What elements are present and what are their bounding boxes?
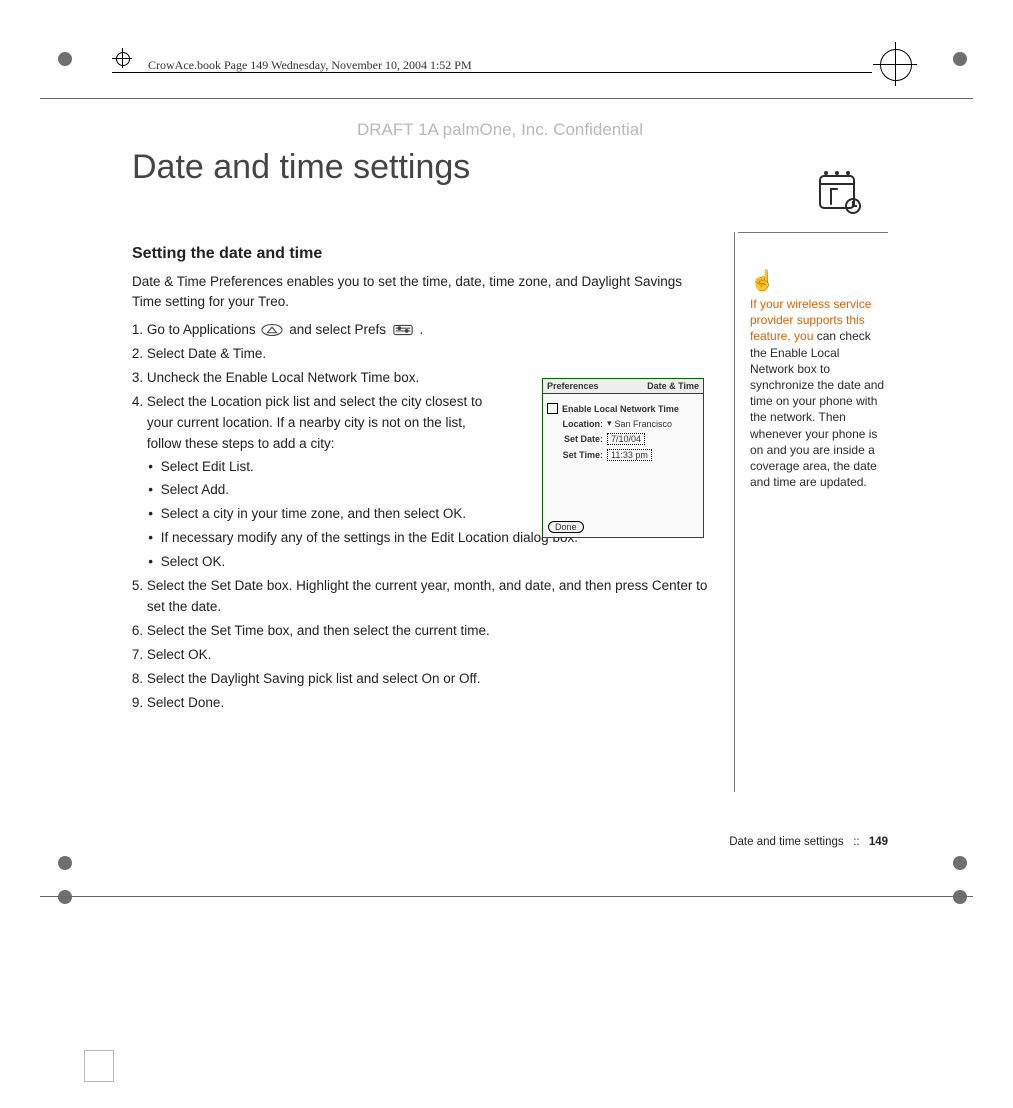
crop-dot-icon [58,856,72,870]
tip-text: If your wireless service provider suppor… [750,296,885,490]
step-text: Go to Applications [147,322,260,337]
set-time-label: Set Time: [547,450,603,460]
sidebar-rule-h [738,232,888,233]
section-heading: Setting the date and time [132,245,322,263]
footer-separator: :: [853,836,859,848]
done-button: Done [548,521,584,533]
bottom-rule [40,896,973,897]
header-file-info: CrowAce.book Page 149 Wednesday, Novembe… [148,58,472,73]
checkbox-label: Enable Local Network Time [562,404,679,414]
device-screenshot: Preferences Date & Time Enable Local Net… [542,378,704,538]
watermark-text: DRAFT 1A palmOne, Inc. Confidential [260,120,740,140]
dropdown-arrow-icon: ▾ [607,418,612,429]
step-text: . [420,322,424,337]
step-5: Select the Set Date box. Highlight the c… [147,576,712,618]
prefs-icon [392,323,414,337]
crop-dot-icon [953,856,967,870]
page-title: Date and time settings [132,148,470,187]
crop-dot-icon [953,890,967,904]
location-value: San Francisco [615,419,673,429]
checkbox-icon [547,403,558,414]
set-date-label: Set Date: [547,434,603,444]
step-1: Go to Applications and select Prefs [147,320,712,341]
calendar-clock-icon [817,170,863,214]
crop-dot-icon [58,52,72,66]
footer-section: Date and time settings [729,836,843,848]
page-footer: Date and time settings :: 149 [729,836,888,848]
sidebar-rule-v [734,232,735,792]
screenshot-title-left: Preferences [547,381,599,391]
crop-dot-icon [953,52,967,66]
corner-box [84,1050,114,1082]
step-8: Select the Daylight Saving pick list and… [147,669,712,690]
step-2: Select Date & Time. [147,344,712,365]
step-4-sub: Select OK. [162,552,712,573]
footer-page-number: 149 [869,836,888,848]
location-label: Location: [547,419,603,429]
crop-dot-icon [58,890,72,904]
tip-rest: can check the Enable Local Network box t… [750,329,884,489]
set-time-value: 11:33 pm [607,449,652,461]
intro-paragraph: Date & Time Preferences enables you to s… [132,272,712,311]
step-6: Select the Set Time box, and then select… [147,621,712,642]
step-7: Select OK. [147,645,712,666]
applications-icon [261,323,283,337]
top-rule [40,98,973,99]
step-text: and select Prefs [289,322,390,337]
tip-hand-icon: ☝ [750,268,775,293]
step-text: Select the Location pick list and select… [147,392,497,455]
registration-mark-icon [877,46,913,82]
step-9: Select Done. [147,693,712,714]
set-date-value: 7/10/04 [607,433,645,445]
screenshot-title-right: Date & Time [647,381,699,391]
